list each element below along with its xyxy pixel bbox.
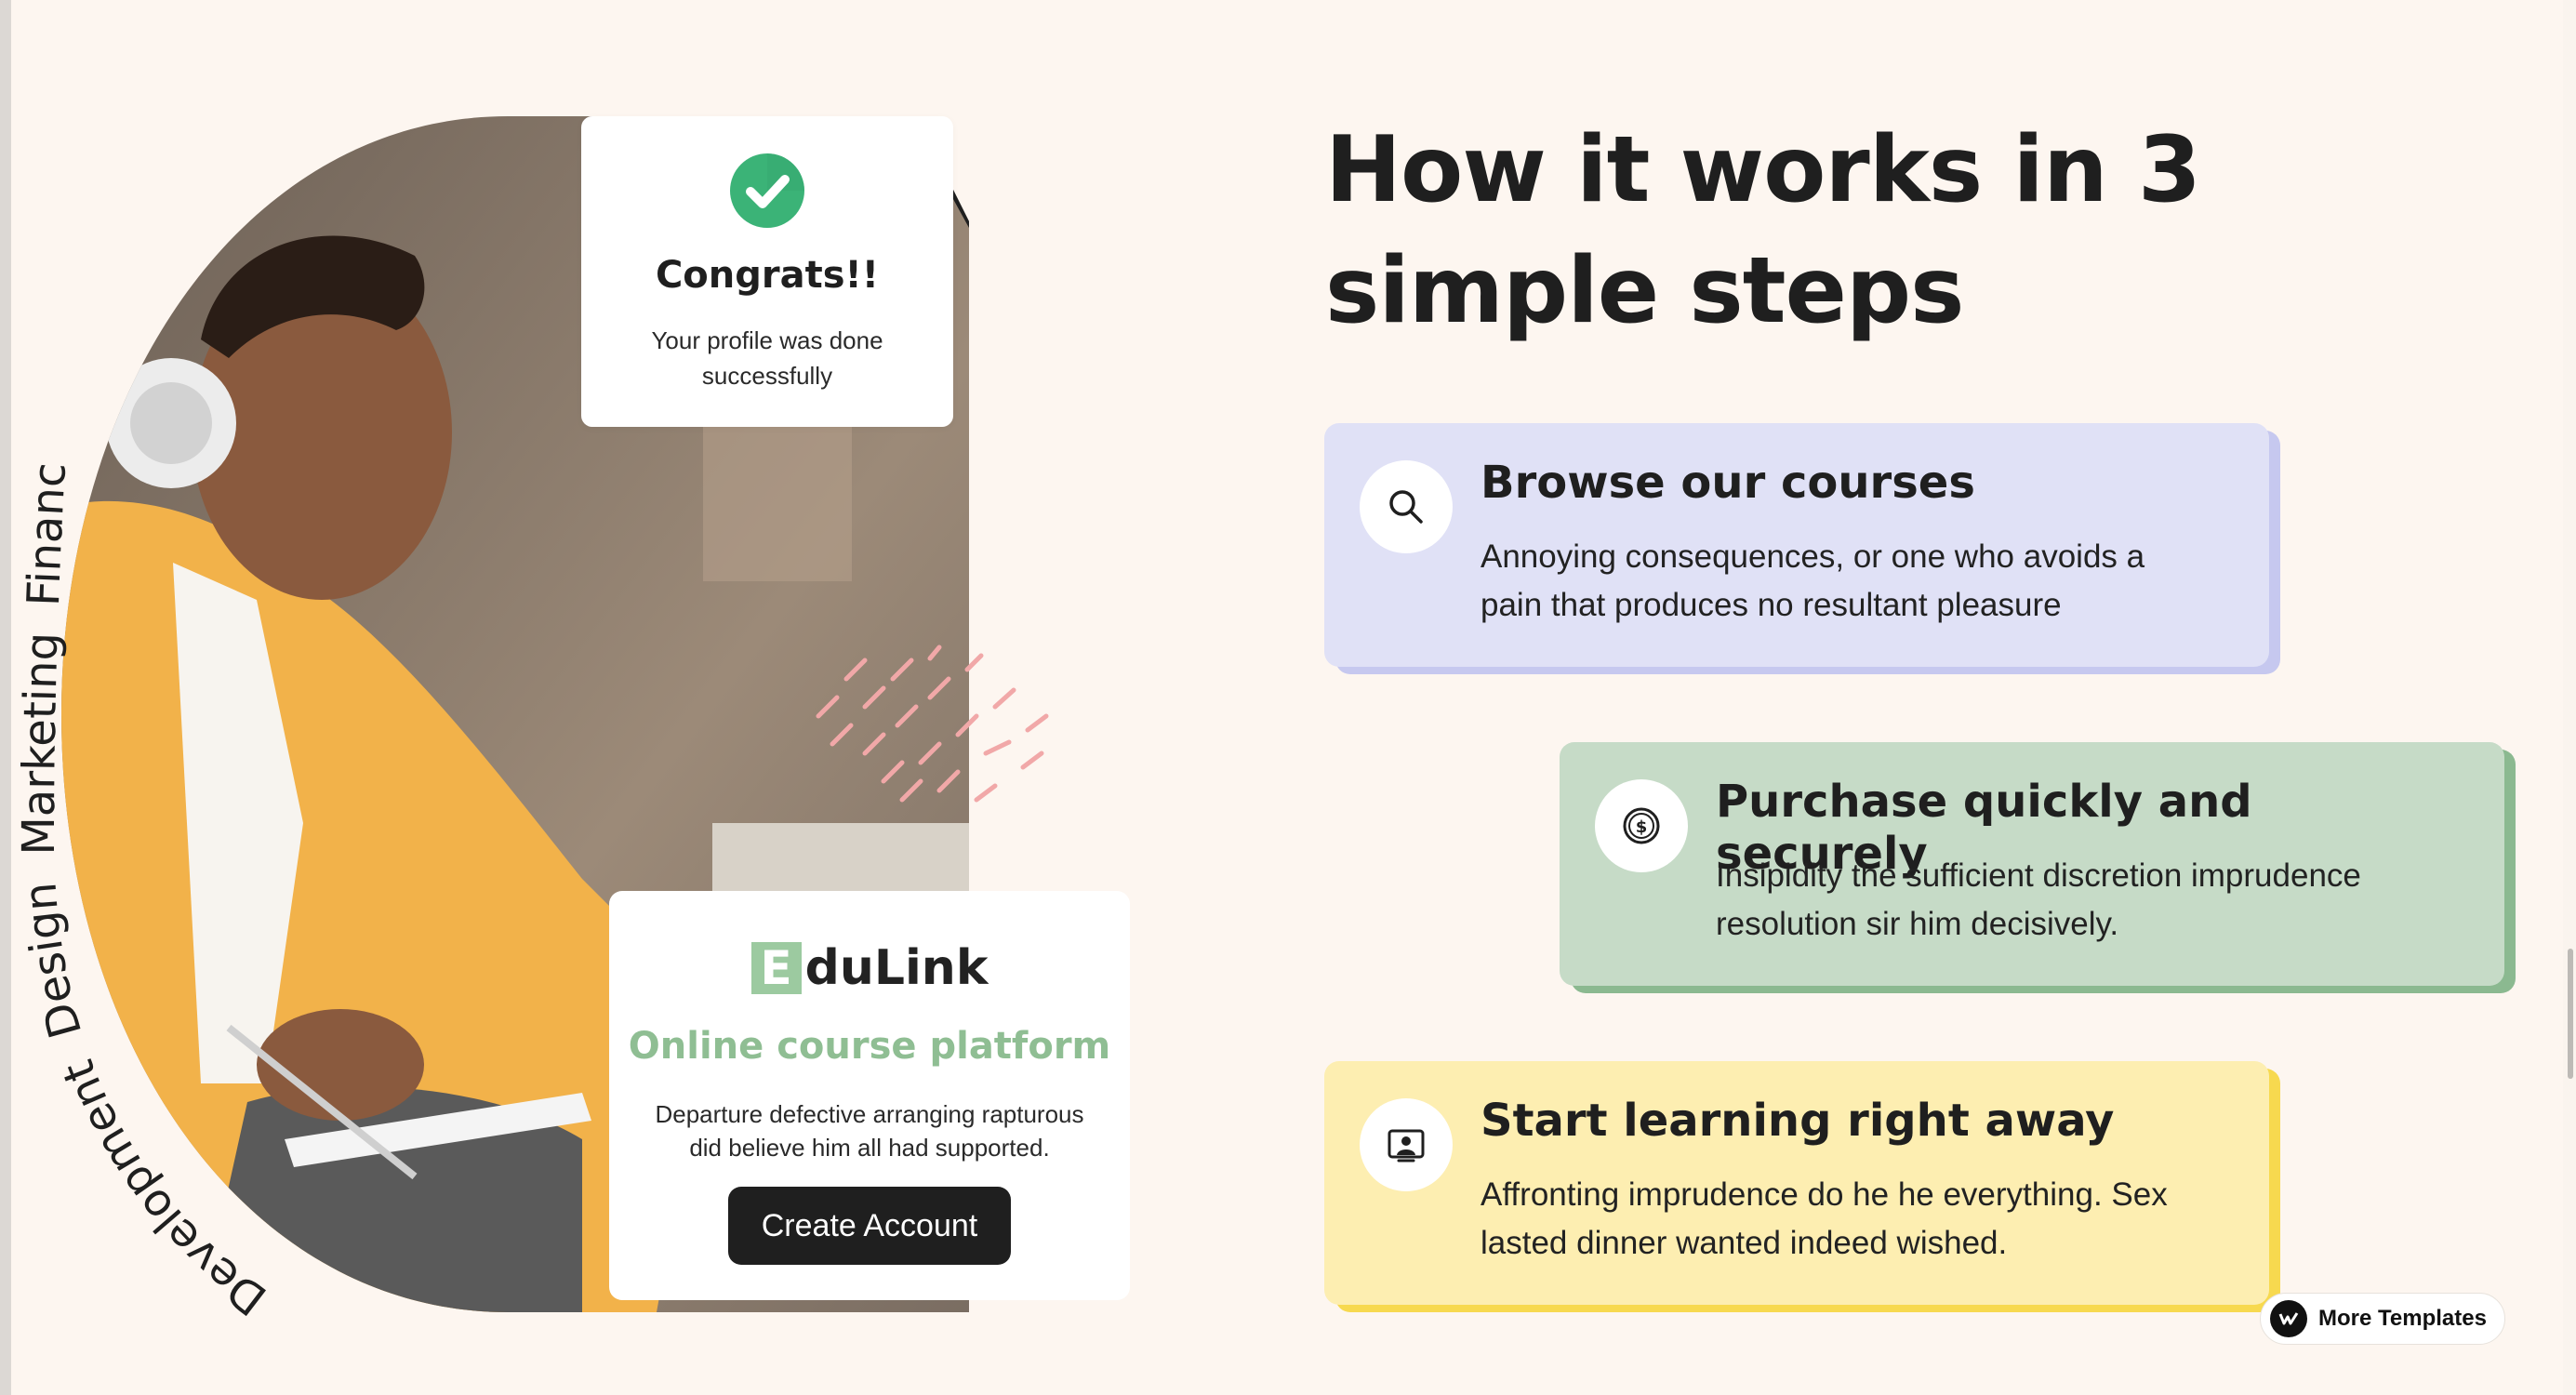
window-edge: [0, 0, 11, 1395]
scrollbar[interactable]: [2563, 0, 2576, 1395]
step-text: Annoying consequences, or one who avoids…: [1481, 538, 2145, 623]
search-icon: [1389, 490, 1423, 524]
webflow-logo-icon: [2270, 1300, 2307, 1337]
page: DevelopmentDesignMarketingFinance Congra…: [0, 0, 2576, 1395]
more-templates-label: More Templates: [2318, 1306, 2487, 1331]
step-icon-circle: [1360, 460, 1453, 553]
step-card-purchase: $ Purchase quickly and securely Insipidi…: [1560, 742, 2516, 993]
more-templates-button[interactable]: More Templates: [2260, 1293, 2505, 1345]
logo-text: duLink: [804, 940, 989, 996]
congrats-card: Congrats!! Your profile was done success…: [581, 116, 953, 427]
decorative-dashes: [816, 644, 1049, 803]
category-marketing: Marketing: [13, 631, 69, 856]
step-icon-circle: $: [1595, 779, 1688, 872]
congrats-message: Your profile was done successfully: [651, 326, 883, 390]
step-title: Browse our courses: [1481, 457, 1975, 509]
svg-text:$: $: [1636, 817, 1648, 837]
edulink-description: Departure defective arranging rapturous …: [655, 1100, 1084, 1162]
edulink-logo: E duLink: [609, 937, 1130, 999]
dollar-coin-icon: $: [1623, 807, 1660, 844]
step-card-browse: Browse our courses Annoying consequences…: [1324, 423, 2280, 674]
step-text: Insipidity the sufficient discretion imp…: [1716, 857, 2361, 942]
step-title: Start learning right away: [1481, 1095, 2115, 1147]
scrollbar-thumb[interactable]: [2568, 949, 2573, 1079]
page-title: How it works in 3 simple steps: [1325, 117, 2201, 344]
congrats-title: Congrats!!: [655, 254, 880, 297]
edulink-tagline: Online course platform: [628, 1025, 1111, 1068]
logo-mark: E: [750, 942, 802, 994]
step-text: Affronting imprudence do he he everythin…: [1481, 1176, 2168, 1261]
create-account-button[interactable]: Create Account: [728, 1187, 1011, 1265]
presentation-user-icon: [1388, 1129, 1425, 1162]
check-circle-icon: [730, 153, 804, 228]
step-card-learning: Start learning right away Affronting imp…: [1324, 1061, 2280, 1312]
edulink-card: E duLink Online course platform Departur…: [609, 891, 1130, 1300]
step-icon-circle: [1360, 1098, 1453, 1191]
